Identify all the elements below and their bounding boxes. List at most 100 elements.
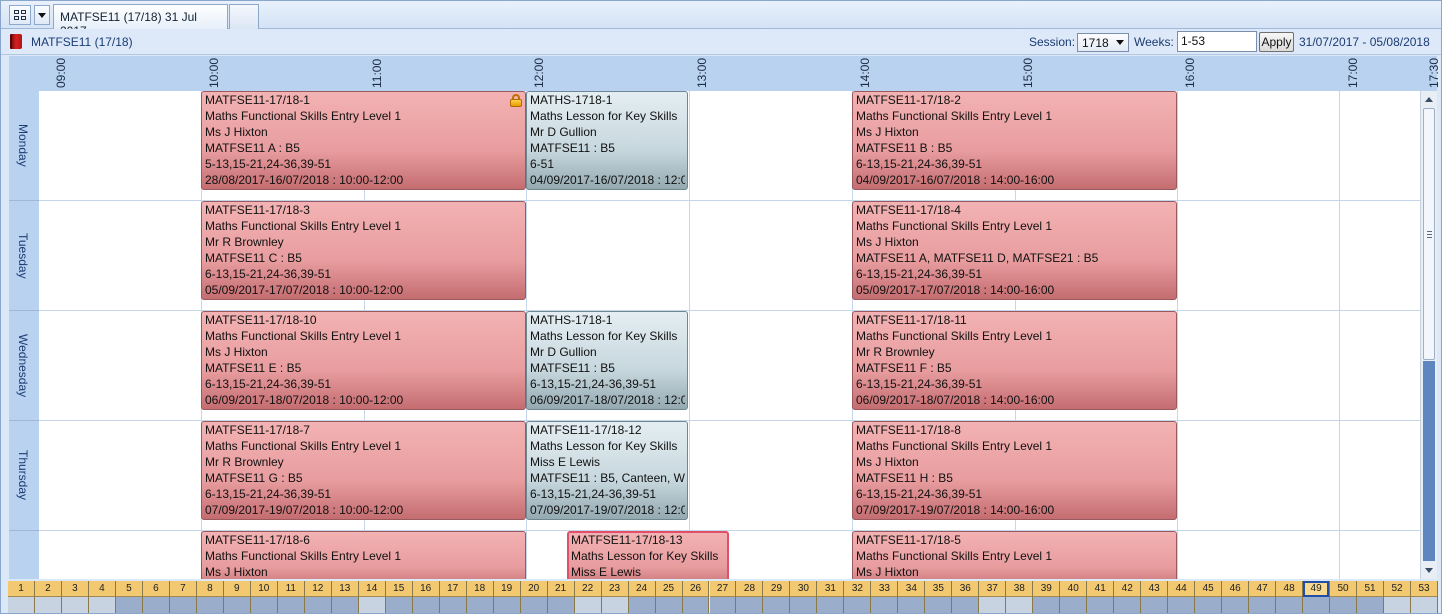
- week-cell[interactable]: 26: [682, 581, 710, 613]
- week-cell[interactable]: 51: [1357, 581, 1385, 613]
- tab-new[interactable]: [229, 4, 259, 29]
- event-line: Mr D Gullion: [530, 124, 597, 139]
- week-cell[interactable]: 43: [1141, 581, 1169, 613]
- event-line: MATFSE11 B : B5: [856, 140, 953, 155]
- event-block[interactable]: MATHS-1718-1 Maths Lesson for Key Skills M…: [526, 311, 688, 410]
- layout-grid-button[interactable]: [9, 5, 31, 25]
- week-cell[interactable]: 18: [466, 581, 494, 613]
- week-activity: [952, 597, 979, 613]
- week-number: 23: [601, 581, 628, 597]
- week-cell[interactable]: 52: [1384, 581, 1411, 613]
- week-activity: [8, 597, 34, 613]
- week-cell[interactable]: 24: [628, 581, 656, 613]
- event-line: 6-13,15-21,24-36,39-51: [856, 266, 983, 281]
- event-block[interactable]: MATFSE11-17/18-11 Maths Functional Skills…: [852, 311, 1177, 410]
- event-block[interactable]: MATFSE11-17/18-5 Maths Functional Skills …: [852, 531, 1177, 579]
- week-cell[interactable]: 2: [34, 581, 62, 613]
- week-cell[interactable]: 34: [898, 581, 926, 613]
- week-cell[interactable]: 5: [115, 581, 143, 613]
- week-cell[interactable]: 44: [1168, 581, 1196, 613]
- event-block[interactable]: MATFSE11-17/18-3 Maths Functional Skills …: [201, 201, 526, 300]
- week-activity: [277, 597, 304, 613]
- scroll-track[interactable]: [1423, 361, 1435, 561]
- week-cell[interactable]: 53: [1411, 581, 1438, 613]
- week-cell[interactable]: 47: [1249, 581, 1277, 613]
- week-cell[interactable]: 10: [250, 581, 278, 613]
- week-cell[interactable]: 17: [439, 581, 467, 613]
- scroll-up-icon[interactable]: [1425, 97, 1433, 102]
- week-cell[interactable]: 20: [520, 581, 548, 613]
- week-cell[interactable]: 7: [169, 581, 197, 613]
- vertical-scrollbar[interactable]: [1420, 91, 1437, 579]
- week-cell[interactable]: 28: [736, 581, 764, 613]
- week-cell[interactable]: 33: [871, 581, 899, 613]
- week-cell[interactable]: 30: [790, 581, 818, 613]
- week-cell[interactable]: 41: [1087, 581, 1115, 613]
- day-label-wednesday: Wednesday: [9, 311, 39, 421]
- week-cell[interactable]: 12: [304, 581, 332, 613]
- week-activity: [1411, 597, 1437, 613]
- week-cell[interactable]: 22: [574, 581, 602, 613]
- event-block[interactable]: MATHS-1718-1 Maths Lesson for Key Skills M…: [526, 91, 688, 190]
- week-cell[interactable]: 19: [493, 581, 521, 613]
- week-cell[interactable]: 13: [331, 581, 359, 613]
- week-number: 18: [466, 581, 493, 597]
- week-cell[interactable]: 11: [277, 581, 305, 613]
- scroll-thumb[interactable]: [1423, 108, 1435, 360]
- event-block[interactable]: MATFSE11-17/18-10 Maths Functional Skills…: [201, 311, 526, 410]
- week-cell[interactable]: 35: [925, 581, 953, 613]
- week-cell[interactable]: 31: [817, 581, 845, 613]
- tab-menu-dropdown[interactable]: [34, 5, 50, 25]
- apply-button[interactable]: Apply: [1259, 32, 1294, 52]
- event-block[interactable]: MATFSE11-17/18-1 Maths Functional Skills …: [201, 91, 526, 190]
- week-cell[interactable]: 6: [142, 581, 170, 613]
- week-number: 38: [1006, 581, 1033, 597]
- week-cell[interactable]: 36: [952, 581, 980, 613]
- week-cell[interactable]: 37: [979, 581, 1007, 613]
- week-cell[interactable]: 45: [1195, 581, 1223, 613]
- tab-timetable[interactable]: MATFSE11 (17/18) 31 Jul 2017: [53, 4, 228, 38]
- week-activity: [385, 597, 412, 613]
- week-cell[interactable]: 23: [601, 581, 629, 613]
- week-cell[interactable]: 1: [8, 581, 35, 613]
- event-block[interactable]: MATFSE11-17/18-4 Maths Functional Skills …: [852, 201, 1177, 300]
- event-line: Maths Lesson for Key Skills: [530, 108, 678, 123]
- timetable-grid[interactable]: MATFSE11-17/18-1 Maths Functional Skills …: [39, 91, 1420, 579]
- week-cell[interactable]: 25: [655, 581, 683, 613]
- week-activity: [331, 597, 358, 613]
- week-cell[interactable]: 21: [547, 581, 575, 613]
- event-block[interactable]: MATFSE11-17/18-13 Maths Lesson for Key Sk…: [567, 531, 729, 579]
- event-block[interactable]: MATFSE11-17/18-12 Maths Lesson for Key Sk…: [526, 421, 688, 520]
- week-cell[interactable]: 38: [1006, 581, 1034, 613]
- week-cell[interactable]: 46: [1222, 581, 1250, 613]
- scroll-down-icon[interactable]: [1425, 568, 1433, 573]
- week-cell[interactable]: 3: [61, 581, 89, 613]
- event-block[interactable]: MATFSE11-17/18-8 Maths Functional Skills …: [852, 421, 1177, 520]
- week-cell[interactable]: 39: [1033, 581, 1061, 613]
- weeks-input[interactable]: 1-53: [1177, 31, 1257, 52]
- week-cell[interactable]: 14: [358, 581, 386, 613]
- week-cell[interactable]: 40: [1060, 581, 1088, 613]
- week-cell[interactable]: 29: [763, 581, 791, 613]
- week-number: 19: [493, 581, 520, 597]
- event-block[interactable]: MATFSE11-17/18-7 Maths Functional Skills …: [201, 421, 526, 520]
- week-cell[interactable]: 4: [88, 581, 116, 613]
- week-cell[interactable]: 49: [1303, 581, 1331, 613]
- week-cell[interactable]: 32: [844, 581, 872, 613]
- week-cell[interactable]: 8: [196, 581, 224, 613]
- week-activity: [898, 597, 925, 613]
- week-cell[interactable]: 15: [385, 581, 413, 613]
- week-cell[interactable]: 16: [412, 581, 440, 613]
- week-cell[interactable]: 50: [1330, 581, 1358, 613]
- event-line: Ms J Hixton: [856, 564, 919, 579]
- week-activity: [1087, 597, 1114, 613]
- session-select[interactable]: 1718: [1077, 33, 1129, 52]
- week-activity: [817, 597, 844, 613]
- event-block[interactable]: MATFSE11-17/18-2 Maths Functional Skills …: [852, 91, 1177, 190]
- week-cell[interactable]: 27: [709, 581, 737, 613]
- week-cell[interactable]: 48: [1276, 581, 1304, 613]
- event-block[interactable]: MATFSE11-17/18-6 Maths Functional Skills …: [201, 531, 526, 579]
- time-header: 09:00 10:00 11:00 12:00 13:00 14:00 15:0…: [9, 56, 1441, 91]
- week-cell[interactable]: 9: [223, 581, 251, 613]
- week-cell[interactable]: 42: [1114, 581, 1142, 613]
